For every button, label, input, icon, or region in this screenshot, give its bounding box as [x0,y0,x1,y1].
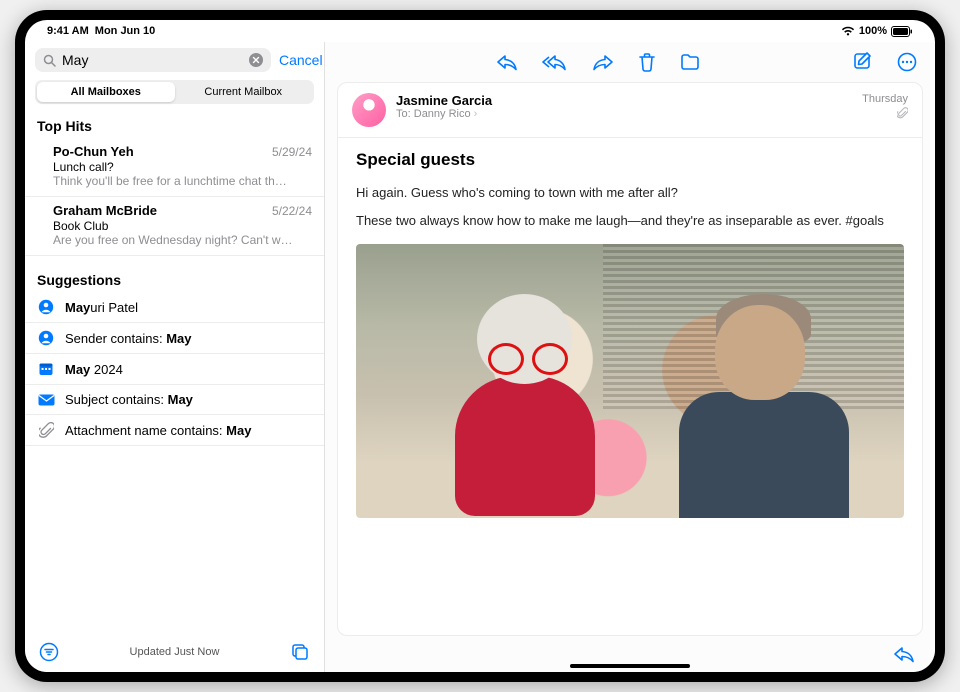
mailboxes-button[interactable] [290,642,310,662]
message-header[interactable]: Jasmine Garcia To: Danny Rico › Thursday [338,83,922,138]
suggestion-label: Sender contains: May [65,331,191,346]
hit-subject: Book Club [53,219,312,233]
status-time: 9:41 AM [47,25,89,37]
suggestion-item[interactable]: Attachment name contains: May [25,415,324,446]
status-date: Mon Jun 10 [95,25,156,37]
clear-search-button[interactable] [249,53,263,67]
section-header-top-hits: Top Hits [25,112,324,138]
hit-preview: Think you'll be free for a lunchtime cha… [53,174,312,188]
attachment-icon [897,107,908,119]
reply-all-button[interactable] [542,52,568,72]
hit-sender: Graham McBride [53,203,157,218]
scope-segmented-control[interactable]: All Mailboxes Current Mailbox [35,80,314,104]
screen: 9:41 AM Mon Jun 10 100% [25,20,935,672]
compose-button[interactable] [853,52,873,72]
suggestion-label: Attachment name contains: May [65,423,251,438]
forward-button[interactable] [592,52,614,72]
calendar-icon [37,361,55,377]
suggestion-label: Mayuri Patel [65,300,138,315]
message-attachment-image[interactable] [356,244,904,518]
message-timestamp: Thursday [862,93,908,105]
trash-button[interactable] [638,52,656,72]
cancel-button[interactable]: Cancel [279,52,323,68]
filter-button[interactable] [39,642,59,662]
status-bar: 9:41 AM Mon Jun 10 100% [25,20,935,42]
chevron-right-icon: › [474,108,478,120]
suggestion-label: May 2024 [65,362,123,377]
segment-current-mailbox[interactable]: Current Mailbox [175,82,313,102]
hit-date: 5/22/24 [272,204,312,218]
suggestion-item[interactable]: Mayuri Patel [25,292,324,323]
segment-all-mailboxes[interactable]: All Mailboxes [37,82,175,102]
more-button[interactable] [897,52,917,72]
message-card: Jasmine Garcia To: Danny Rico › Thursday [337,82,923,636]
top-hit-item[interactable]: Graham McBride 5/22/24 Book Club Are you… [25,197,324,256]
message-from: Jasmine Garcia [396,93,852,108]
envelope-icon [37,394,55,406]
home-indicator[interactable] [570,664,690,668]
ipad-frame: 9:41 AM Mon Jun 10 100% [15,10,945,682]
message-paragraph: These two always know how to make me lau… [356,212,904,230]
sidebar: Cancel All Mailboxes Current Mailbox Top… [25,42,325,672]
battery-percent: 100% [859,25,887,37]
hit-subject: Lunch call? [53,160,312,174]
message-paragraph: Hi again. Guess who's coming to town wit… [356,184,904,202]
suggestion-item[interactable]: Subject contains: May [25,385,324,415]
paperclip-icon [37,422,55,438]
move-button[interactable] [680,52,700,72]
sender-avatar[interactable] [352,93,386,127]
reply-button[interactable] [496,52,518,72]
hit-preview: Are you free on Wednesday night? Can't w… [53,233,312,247]
message-to[interactable]: To: Danny Rico › [396,108,852,120]
wifi-icon [841,26,855,36]
suggestion-item[interactable]: Sender contains: May [25,323,324,354]
person-circle-icon [37,330,55,346]
hit-date: 5/29/24 [272,145,312,159]
message-pane: Jasmine Garcia To: Danny Rico › Thursday [325,42,935,672]
battery-icon [891,26,913,37]
search-field[interactable] [35,48,271,72]
search-icon [43,54,56,67]
sidebar-footer: Updated Just Now [25,634,324,672]
suggestion-label: Subject contains: May [65,392,193,407]
reply-footer-button[interactable] [893,645,915,663]
search-input[interactable] [62,52,243,68]
hit-sender: Po-Chun Yeh [53,144,134,159]
top-hit-item[interactable]: Po-Chun Yeh 5/29/24 Lunch call? Think yo… [25,138,324,197]
message-subject: Special guests [356,150,904,170]
update-status: Updated Just Now [130,646,220,658]
person-circle-icon [37,299,55,315]
message-toolbar [325,42,935,82]
suggestion-item[interactable]: May 2024 [25,354,324,385]
section-header-suggestions: Suggestions [25,266,324,292]
